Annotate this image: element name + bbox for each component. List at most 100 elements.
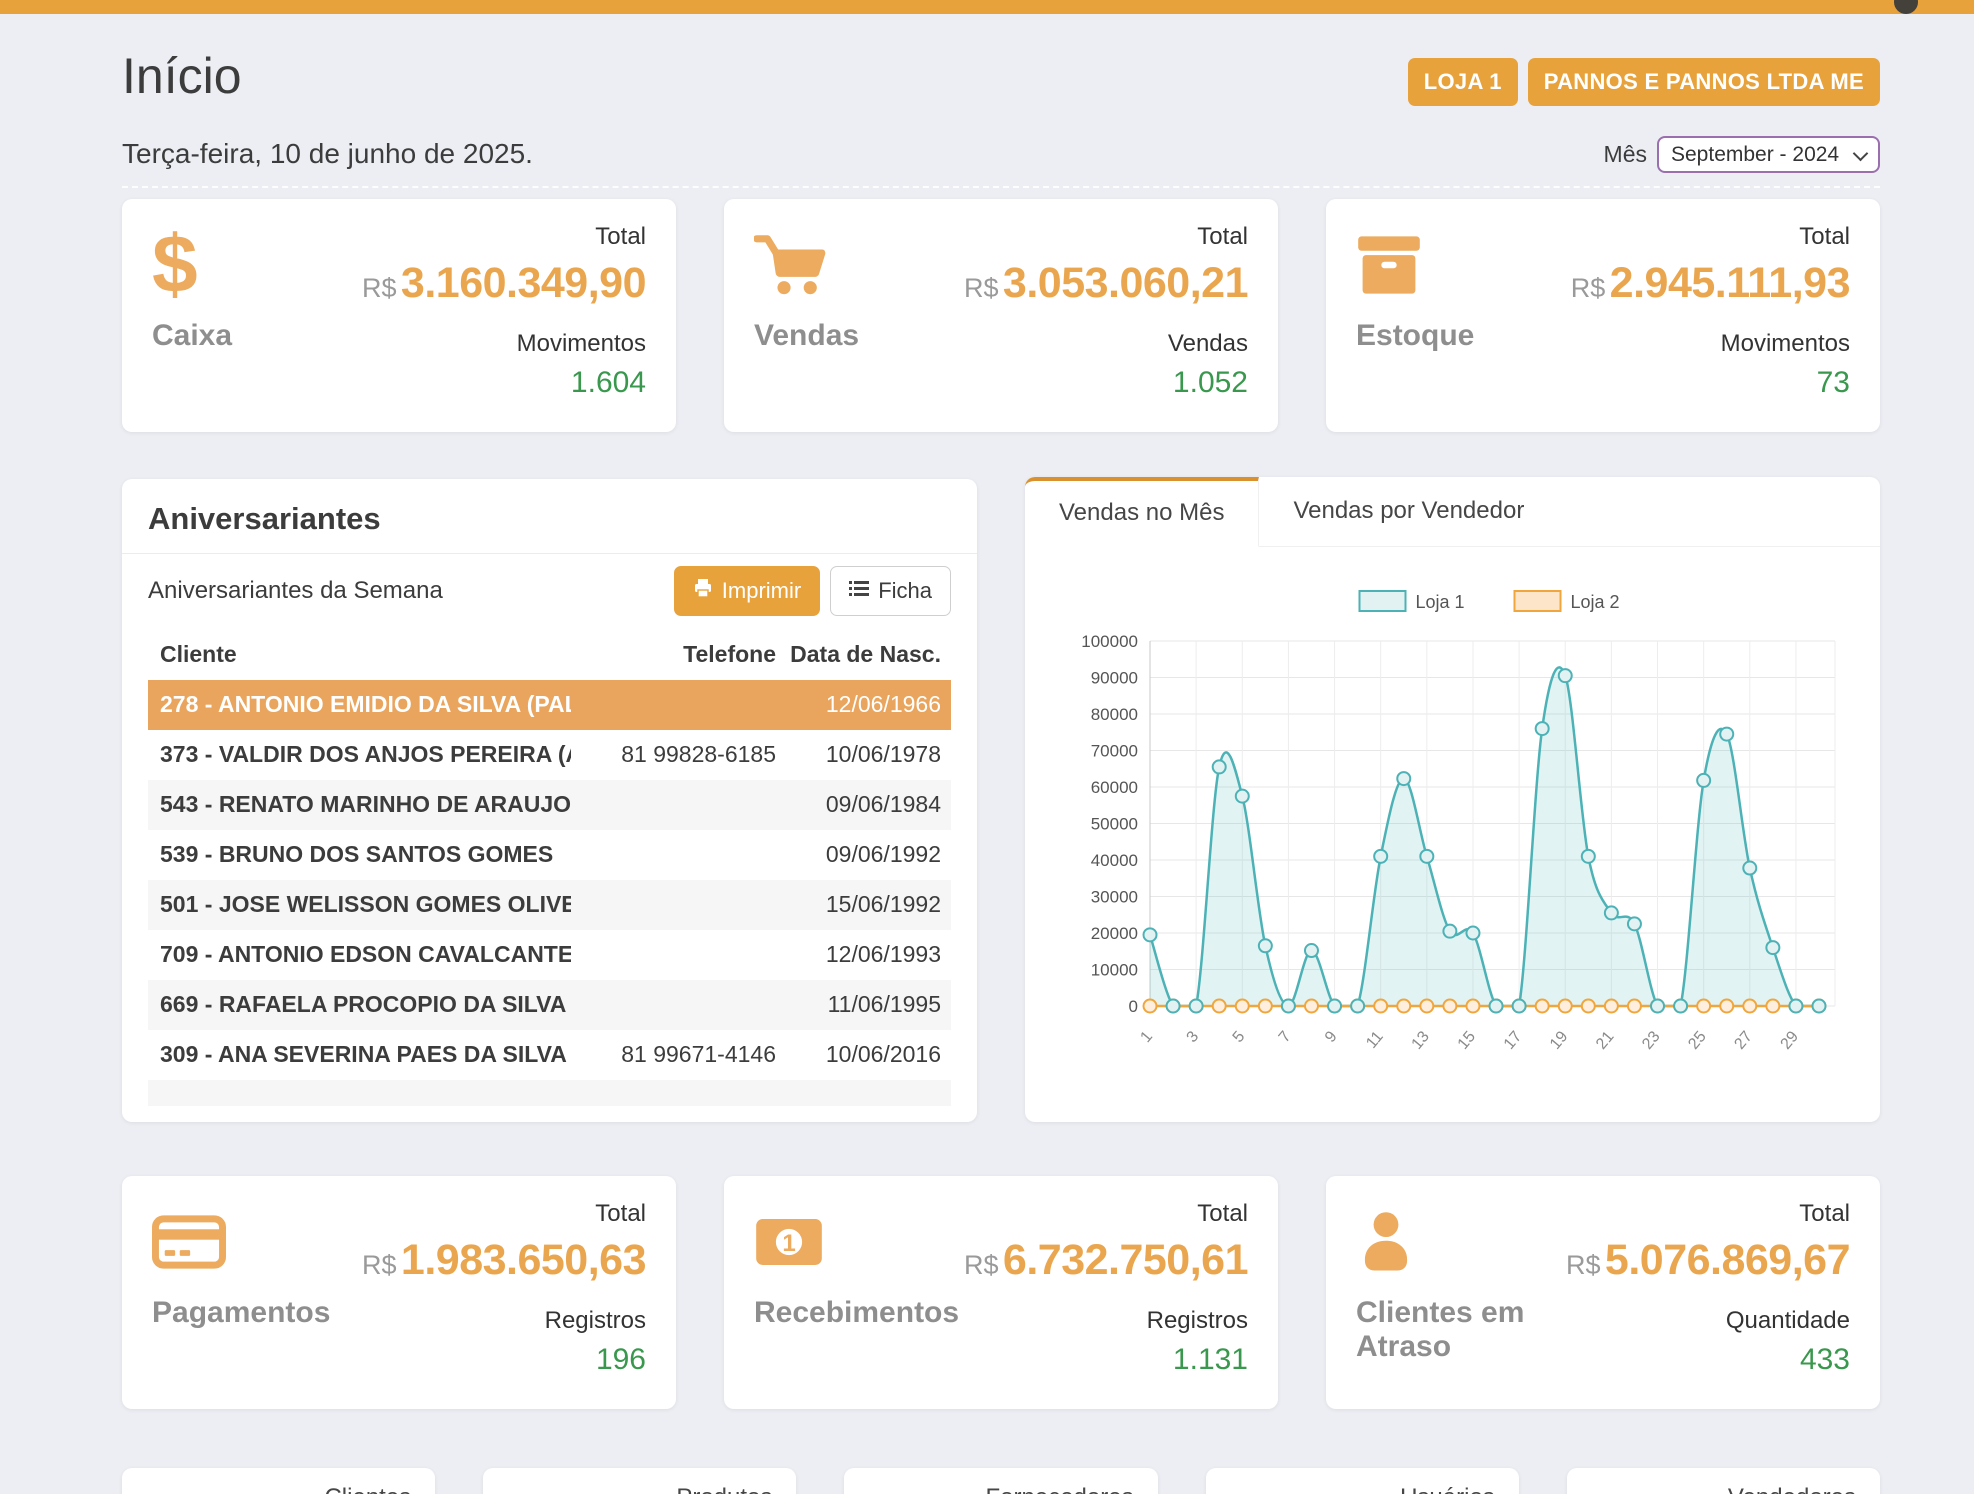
produtos-card[interactable]: Produtos: [483, 1468, 796, 1494]
birthdays-table: Cliente Telefone Data de Nasc. 278 - ANT…: [148, 630, 951, 1106]
table-row[interactable]: 501 - JOSE WELISSON GOMES OLIVEIR... 15/…: [148, 880, 951, 930]
table-row: [148, 1080, 951, 1106]
table-row[interactable]: 709 - ANTONIO EDSON CAVALCANTE D... 12/0…: [148, 930, 951, 980]
card-label: Pagamentos: [152, 1296, 330, 1330]
count-label: Quantidade: [1726, 1307, 1850, 1335]
fornecedores-card[interactable]: Fornecedores: [844, 1468, 1157, 1494]
dashboard-page: Início LOJA 1 PANNOS E PANNOS LTDA ME Te…: [0, 14, 1974, 1494]
svg-text:20000: 20000: [1091, 924, 1138, 943]
svg-text:15: 15: [1455, 1028, 1480, 1053]
header: Início LOJA 1 PANNOS E PANNOS LTDA ME: [122, 14, 1880, 106]
month-label: Mês: [1604, 141, 1647, 168]
recebimentos-card: 1 Recebimentos Total R$ 6.732.750,61 Reg…: [724, 1176, 1278, 1409]
count-label: Vendas: [1168, 330, 1248, 358]
ficha-button[interactable]: Ficha: [830, 566, 951, 616]
credit-card-icon: [152, 1200, 226, 1284]
tab-vendas-por-vendedor[interactable]: Vendas por Vendedor: [1259, 477, 1558, 546]
count-value: 433: [1800, 1343, 1850, 1377]
svg-text:Loja 2: Loja 2: [1571, 592, 1620, 612]
birthdays-subtitle: Aniversariantes da Semana: [148, 577, 443, 605]
svg-text:11: 11: [1363, 1028, 1387, 1052]
card-label: Recebimentos: [754, 1296, 959, 1330]
svg-text:40000: 40000: [1091, 851, 1138, 870]
summary-cards-bottom: Pagamentos Total R$ 1.983.650,63 Registr…: [122, 1176, 1880, 1409]
current-date: Terça-feira, 10 de junho de 2025.: [122, 138, 533, 170]
svg-text:100000: 100000: [1081, 632, 1138, 651]
user-menu-icon[interactable]: [1894, 0, 1918, 14]
total-value: R$ 2.945.111,93: [1571, 259, 1850, 308]
usuarios-card[interactable]: Usuários: [1206, 1468, 1519, 1494]
list-icon: [849, 578, 869, 604]
total-label: Total: [595, 1200, 646, 1228]
table-row[interactable]: 309 - ANA SEVERINA PAES DA SILVA 81 9967…: [148, 1030, 951, 1080]
svg-text:90000: 90000: [1091, 668, 1138, 687]
print-button[interactable]: Imprimir: [674, 566, 820, 616]
total-value: R$ 3.053.060,21: [964, 259, 1248, 308]
month-select[interactable]: September - 2024: [1657, 136, 1880, 173]
printer-icon: [693, 578, 713, 604]
store-badge[interactable]: LOJA 1: [1408, 58, 1518, 106]
middle-row: Aniversariantes Aniversariantes da Seman…: [122, 479, 1880, 1122]
count-label: Movimentos: [517, 330, 646, 358]
svg-text:21: 21: [1593, 1028, 1618, 1053]
svg-text:27: 27: [1731, 1028, 1756, 1053]
total-value: R$ 1.983.650,63: [362, 1236, 646, 1285]
table-row[interactable]: 373 - VALDIR DOS ANJOS PEREIRA (AN... 81…: [148, 730, 951, 780]
total-label: Total: [1799, 1200, 1850, 1228]
svg-text:7: 7: [1276, 1028, 1295, 1046]
vendedores-card[interactable]: Vendedores: [1567, 1468, 1880, 1494]
clientes-atraso-card: Clientes em Atraso Total R$ 5.076.869,67…: [1326, 1176, 1880, 1409]
total-value: R$ 3.160.349,90: [362, 259, 646, 308]
count-value: 73: [1817, 366, 1850, 400]
svg-text:9: 9: [1322, 1028, 1341, 1046]
birthdays-panel: Aniversariantes Aniversariantes da Seman…: [122, 479, 977, 1122]
svg-text:13: 13: [1408, 1028, 1433, 1053]
svg-text:Loja 1: Loja 1: [1416, 592, 1465, 612]
svg-text:50000: 50000: [1091, 814, 1138, 833]
sales-panel: Vendas no Mês Vendas por Vendedor 0 10000…: [1025, 477, 1880, 1122]
svg-text:1: 1: [1137, 1028, 1156, 1046]
tab-vendas-no-mes[interactable]: Vendas no Mês: [1025, 477, 1259, 547]
svg-text:0: 0: [1129, 997, 1138, 1016]
card-label: Caixa: [152, 319, 232, 353]
svg-text:30000: 30000: [1091, 887, 1138, 906]
total-value: R$ 5.076.869,67: [1566, 1236, 1850, 1285]
svg-text:5: 5: [1230, 1028, 1249, 1046]
card-label: Vendas: [754, 319, 859, 353]
clientes-card[interactable]: Clientes: [122, 1468, 435, 1494]
svg-text:10000: 10000: [1091, 960, 1138, 979]
month-picker: Mês September - 2024: [1604, 136, 1880, 173]
person-icon: [1356, 1200, 1416, 1284]
top-accent-bar: [0, 0, 1974, 14]
cart-icon: [754, 223, 826, 307]
svg-text:19: 19: [1547, 1028, 1572, 1053]
table-header: Cliente Telefone Data de Nasc.: [148, 630, 951, 680]
caixa-card: $ Caixa Total R$ 3.160.349,90 Movimentos…: [122, 199, 676, 432]
table-row[interactable]: 278 - ANTONIO EMIDIO DA SILVA (PALE... 1…: [148, 680, 951, 730]
count-value: 1.131: [1173, 1343, 1248, 1377]
svg-text:1: 1: [782, 1229, 795, 1256]
total-value: R$ 6.732.750,61: [964, 1236, 1248, 1285]
svg-text:60000: 60000: [1091, 778, 1138, 797]
total-label: Total: [1197, 1200, 1248, 1228]
birthdays-title: Aniversariantes: [148, 501, 951, 537]
svg-text:70000: 70000: [1091, 741, 1138, 760]
count-value: 196: [596, 1343, 646, 1377]
count-label: Registros: [545, 1307, 646, 1335]
header-badges: LOJA 1 PANNOS E PANNOS LTDA ME: [1408, 58, 1880, 106]
month-select-wrap: September - 2024: [1657, 136, 1880, 173]
date-row: Terça-feira, 10 de junho de 2025. Mês Se…: [122, 136, 1880, 173]
table-row[interactable]: 669 - RAFAELA PROCOPIO DA SILVA CA... 11…: [148, 980, 951, 1030]
svg-text:23: 23: [1639, 1028, 1664, 1053]
sales-chart: 0100002000030000400005000060000700008000…: [1025, 547, 1880, 1122]
money-bill-icon: 1: [754, 1200, 824, 1284]
footer-cards: Clientes Produtos Fornecedores Usuários …: [122, 1468, 1880, 1494]
pagamentos-card: Pagamentos Total R$ 1.983.650,63 Registr…: [122, 1176, 676, 1409]
table-row[interactable]: 539 - BRUNO DOS SANTOS GOMES 09/06/1992: [148, 830, 951, 880]
svg-text:3: 3: [1184, 1028, 1203, 1046]
company-badge[interactable]: PANNOS E PANNOS LTDA ME: [1528, 58, 1880, 106]
table-row[interactable]: 543 - RENATO MARINHO DE ARAUJO (F... 09/…: [148, 780, 951, 830]
card-label: Clientes em Atraso: [1356, 1296, 1566, 1364]
svg-text:29: 29: [1778, 1028, 1803, 1053]
svg-text:17: 17: [1501, 1028, 1526, 1053]
